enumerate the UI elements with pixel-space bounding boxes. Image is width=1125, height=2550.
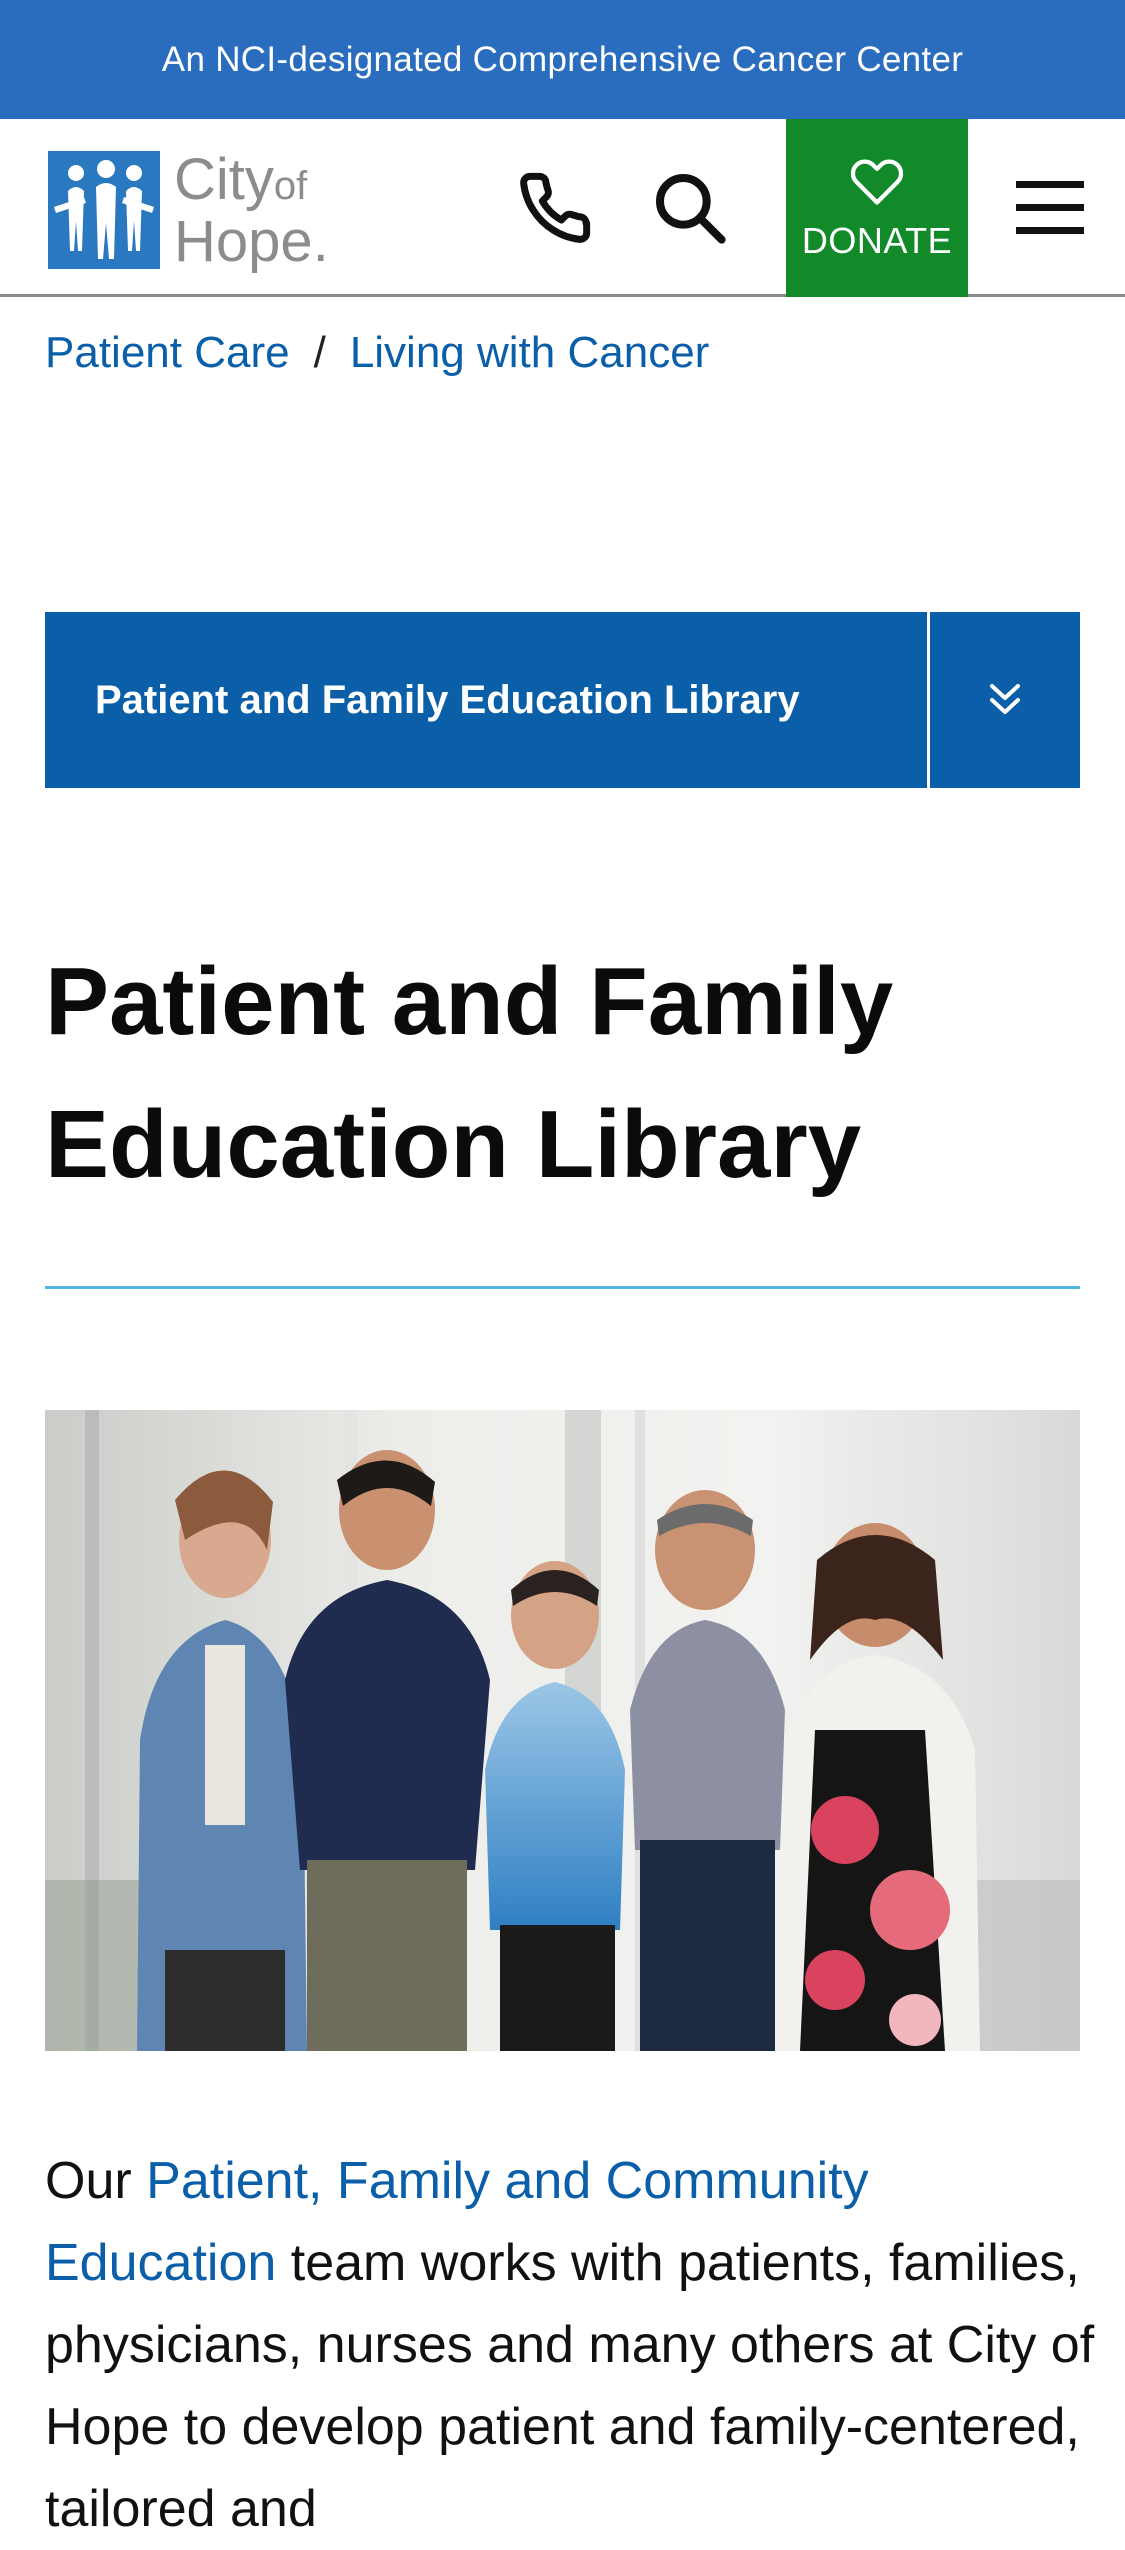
- page-title-line1: Patient and Family: [45, 948, 894, 1055]
- banner-text: An NCI-designated Comprehensive Cancer C…: [161, 39, 964, 79]
- city-of-hope-logo[interactable]: Cityof Hope.: [48, 149, 348, 274]
- section-nav-toggle[interactable]: [927, 612, 1080, 788]
- menu-button[interactable]: [990, 119, 1110, 297]
- hero-family-photo: [45, 1410, 1080, 2051]
- logo-wordmark: Cityof Hope.: [174, 151, 329, 271]
- donate-button[interactable]: DONATE: [786, 119, 968, 297]
- section-nav-dropdown[interactable]: Patient and Family Education Library: [45, 612, 1080, 788]
- logo-line2: Hope.: [174, 209, 329, 274]
- family-photo-illustration: [45, 1410, 1080, 2051]
- intro-paragraph: Our Patient, Family and Community Educat…: [45, 2140, 1105, 2550]
- heart-icon: [850, 159, 904, 205]
- logo-line1: City: [174, 147, 274, 212]
- site-header: Cityof Hope. DONATE: [0, 119, 1125, 297]
- logo-line1-small: of: [273, 164, 308, 208]
- title-divider: [45, 1286, 1080, 1289]
- breadcrumb-link-patient-care[interactable]: Patient Care: [45, 328, 290, 378]
- intro-prefix: Our: [45, 2152, 147, 2210]
- phone-button[interactable]: [500, 119, 610, 297]
- breadcrumb-link-living-with-cancer[interactable]: Living with Cancer: [350, 328, 710, 378]
- breadcrumb: Patient Care / Living with Cancer: [45, 328, 709, 378]
- search-icon: [656, 174, 726, 244]
- donate-label: DONATE: [801, 220, 953, 261]
- breadcrumb-separator: /: [313, 328, 326, 377]
- phone-icon: [520, 172, 591, 243]
- search-button[interactable]: [635, 119, 745, 297]
- top-banner: An NCI-designated Comprehensive Cancer C…: [0, 0, 1125, 119]
- hamburger-menu-icon: [1016, 181, 1084, 234]
- section-nav-label: Patient and Family Education Library: [95, 677, 800, 722]
- double-chevron-down-icon: [990, 684, 1020, 714]
- page-title: Patient and Family Education Library: [45, 930, 1080, 1216]
- logo-figures-icon: [48, 151, 160, 269]
- page-title-line2: Education Library: [45, 1091, 862, 1198]
